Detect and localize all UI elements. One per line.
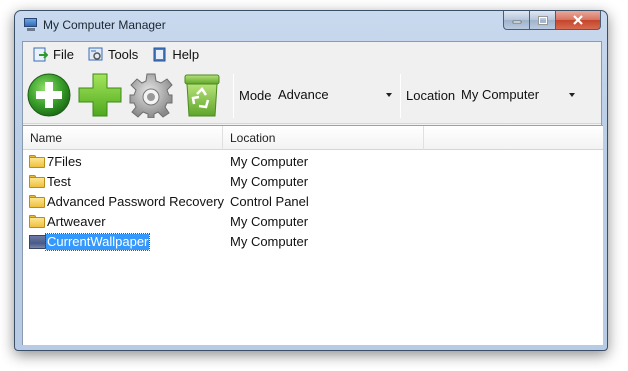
location-select[interactable]: My Computer <box>457 82 579 108</box>
menu-help-label: Help <box>172 46 200 62</box>
folder-icon <box>29 155 46 169</box>
menu-file[interactable]: File <box>33 47 74 62</box>
list-item[interactable]: Artweaver My Computer <box>23 212 603 232</box>
chevron-down-icon <box>569 93 575 97</box>
menu-bar: File Tools Help <box>23 42 601 66</box>
mode-label: Mode <box>239 88 272 103</box>
maximize-icon <box>537 15 548 25</box>
location-label: Location <box>406 88 456 103</box>
menu-file-label: File <box>53 46 74 62</box>
folder-icon <box>29 195 46 209</box>
list-header: Name Location <box>23 126 603 150</box>
tools-menu-icon <box>88 47 103 62</box>
mode-select[interactable]: Advance <box>274 82 396 108</box>
client-area: File Tools Help Mode Advance Location My… <box>22 41 603 345</box>
folder-icon <box>29 175 46 189</box>
file-menu-icon <box>33 47 49 62</box>
add-new-button[interactable] <box>26 72 72 118</box>
item-location: My Computer <box>230 214 309 229</box>
maximize-button[interactable] <box>530 11 556 30</box>
item-name: Test <box>47 174 71 189</box>
item-location: My Computer <box>230 154 309 169</box>
folder-icon <box>29 215 46 229</box>
app-window: My Computer Manager File Tools Help Mode… <box>14 10 608 351</box>
settings-button[interactable] <box>128 72 174 119</box>
toolbar-separator <box>400 74 401 118</box>
close-icon <box>573 15 583 25</box>
minimize-button[interactable] <box>503 11 530 30</box>
item-location: My Computer <box>230 234 309 249</box>
menu-tools-label: Tools <box>107 46 139 62</box>
item-name: CurrentWallpaper <box>44 233 151 251</box>
toolbar-separator <box>233 74 234 118</box>
recycle-button[interactable] <box>179 72 225 118</box>
list-item[interactable]: Test My Computer <box>23 172 603 192</box>
menu-help[interactable]: Help <box>152 47 199 62</box>
title-bar[interactable]: My Computer Manager <box>15 11 607 41</box>
list-item-selected[interactable]: CurrentWallpaper My Computer <box>23 232 603 252</box>
mode-select-value: Advance <box>278 87 329 102</box>
chevron-down-icon <box>386 93 392 97</box>
minimize-icon <box>512 20 521 24</box>
item-name: 7Files <box>47 154 82 169</box>
toolbar: Mode Advance Location My Computer <box>23 66 601 124</box>
recycle-bin-icon <box>184 74 220 117</box>
item-name: Advanced Password Recovery <box>47 194 225 209</box>
list-item[interactable]: 7Files My Computer <box>23 152 603 172</box>
caption-buttons <box>503 11 601 30</box>
add-circle-icon <box>27 73 71 117</box>
gear-icon <box>129 73 173 119</box>
column-header-location[interactable]: Location <box>223 126 424 150</box>
item-location: Control Panel <box>230 194 309 209</box>
wallpaper-icon <box>29 235 46 249</box>
help-menu-icon <box>152 47 167 62</box>
item-name: Artweaver <box>47 214 106 229</box>
item-list[interactable]: Name Location 7Files My Computer Test My… <box>23 125 603 345</box>
location-select-value: My Computer <box>461 87 540 102</box>
list-item[interactable]: Advanced Password Recovery Control Panel <box>23 192 603 212</box>
column-header-name[interactable]: Name <box>23 126 223 150</box>
menu-tools[interactable]: Tools <box>88 47 138 62</box>
close-button[interactable] <box>556 11 601 30</box>
item-location: My Computer <box>230 174 309 189</box>
window-title: My Computer Manager <box>43 18 166 32</box>
computer-icon <box>23 18 39 32</box>
plus-icon <box>78 73 122 117</box>
add-button[interactable] <box>77 72 123 118</box>
